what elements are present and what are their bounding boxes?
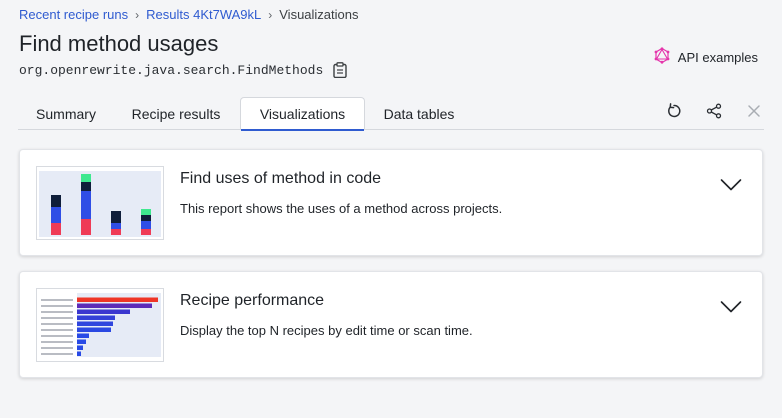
tab-label: Summary: [36, 105, 96, 122]
card-description: This report shows the uses of a method a…: [180, 201, 503, 216]
chevron-down-icon[interactable]: [720, 300, 742, 314]
breadcrumb-results[interactable]: Results 4Kt7WA9kL: [146, 7, 261, 22]
tab-bar: Summary Recipe results Visualizations Da…: [18, 97, 764, 131]
chevron-down-icon[interactable]: [720, 178, 742, 192]
tab-visualizations[interactable]: Visualizations: [240, 97, 365, 131]
tab-data-tables[interactable]: Data tables: [365, 97, 473, 130]
card-title: Recipe performance: [180, 292, 325, 309]
tab-label: Data tables: [383, 105, 455, 122]
tab-label: Visualizations: [259, 106, 346, 122]
card-description: Display the top N recipes by edit time o…: [180, 323, 473, 338]
card-title: Find uses of method in code: [180, 170, 382, 187]
tab-recipe-results[interactable]: Recipe results: [114, 97, 238, 130]
api-examples-label: API examples: [677, 49, 758, 65]
share-icon[interactable]: [704, 101, 724, 121]
breadcrumb-current: Visualizations: [279, 7, 359, 22]
recipe-id: org.openrewrite.java.search.FindMethods: [19, 62, 324, 78]
breadcrumb: Recent recipe runs › Results 4Kt7WA9kL ›…: [19, 7, 359, 22]
page-title: Find method usages: [19, 31, 219, 56]
tab-label: Recipe results: [131, 105, 221, 122]
visualization-card-find-uses[interactable]: Find uses of method in code This report …: [19, 149, 763, 256]
recipe-id-row: org.openrewrite.java.search.FindMethods: [19, 62, 347, 79]
tab-summary[interactable]: Summary: [18, 97, 114, 130]
tab-tools: [664, 101, 764, 121]
stacked-bar-chart-thumbnail: [36, 166, 164, 240]
horizontal-bar-chart-thumbnail: [36, 288, 164, 362]
breadcrumb-separator: ›: [268, 7, 273, 22]
breadcrumb-recent-recipe-runs[interactable]: Recent recipe runs: [19, 7, 128, 22]
visualization-card-recipe-performance[interactable]: Recipe performance Display the top N rec…: [19, 271, 763, 378]
rerun-icon[interactable]: [664, 101, 684, 121]
breadcrumb-separator: ›: [135, 7, 140, 22]
api-examples-link[interactable]: API examples: [654, 47, 758, 67]
graphql-icon: [654, 47, 670, 67]
clipboard-icon[interactable]: [333, 62, 347, 79]
close-icon[interactable]: [744, 101, 764, 121]
